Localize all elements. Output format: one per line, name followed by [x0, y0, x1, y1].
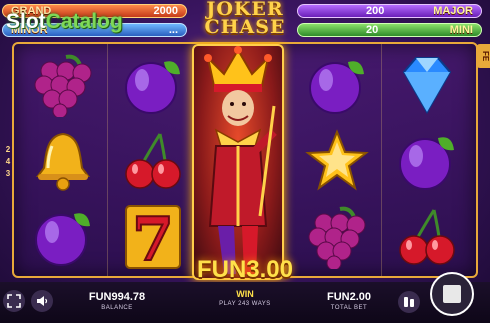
- total-bet-value: FUN2.00: [326, 291, 372, 303]
- jackpot-minor-value: ...: [168, 24, 178, 36]
- total-bet-label: TOTAL BET: [330, 305, 368, 311]
- ways-indicator-left: 2 4 3: [3, 144, 13, 180]
- grapes-symbol: [26, 50, 100, 120]
- game-stage: GRAND 2000 MINOR ... 200 MAJOR 20 MINI S…: [0, 0, 490, 323]
- plum-symbol: [300, 50, 374, 120]
- jackpot-major: 200 MAJOR: [297, 4, 482, 18]
- jackpot-major-value: 200: [366, 5, 385, 17]
- plum-symbol: [390, 126, 464, 196]
- reel-4: [294, 44, 382, 276]
- game-logo: JOKER CHASE: [192, 0, 298, 44]
- bottom-bar: FUN994.78 BALANCE WIN PLAY 243 WAYS FUN2…: [0, 282, 490, 323]
- feature-tab[interactable]: FE: [476, 44, 490, 68]
- brand-part-1: Slot: [6, 10, 46, 33]
- balance-value: FUN994.78: [88, 291, 146, 303]
- joker-wild-symbol: [192, 44, 284, 280]
- diamond-symbol: [390, 50, 464, 120]
- jackpot-major-label: MAJOR: [433, 5, 473, 17]
- slotcatalog-watermark: SlotCatalog: [6, 10, 123, 34]
- jackpot-grand-value: 2000: [153, 5, 178, 17]
- ways-label: PLAY 243 WAYS: [219, 301, 271, 307]
- jackpot-mini: 20 MINI: [297, 23, 482, 37]
- spin-stop-icon: [443, 285, 461, 303]
- game-logo-line-2: CHASE: [204, 16, 286, 38]
- balance-label: BALANCE: [101, 305, 133, 311]
- ways-digit: 3: [5, 169, 11, 178]
- jackpot-mini-label: MINI: [449, 24, 473, 36]
- win-display: WIN PLAY 243 WAYS: [195, 289, 295, 307]
- balance-display: FUN994.78 BALANCE: [82, 291, 152, 311]
- jackpot-mini-value: 20: [366, 24, 379, 36]
- bet-stack-icon[interactable]: [398, 291, 420, 313]
- star-symbol: [300, 126, 374, 196]
- spin-button[interactable]: [430, 272, 474, 316]
- reel-5: [384, 44, 472, 276]
- plum-symbol: [116, 50, 190, 120]
- brand-part-2: Catalog: [45, 10, 123, 33]
- total-bet-display: FUN2.00 TOTAL BET: [318, 291, 380, 311]
- sound-icon[interactable]: [31, 290, 53, 312]
- win-label: WIN: [236, 289, 254, 299]
- bell-symbol: [26, 126, 100, 196]
- ways-digit: 2: [5, 145, 11, 154]
- ways-digit: 4: [5, 157, 11, 166]
- cherries-symbol: [116, 126, 190, 196]
- win-amount: FUN3.00: [196, 256, 294, 283]
- fullscreen-icon[interactable]: [3, 290, 25, 312]
- reel-1: [20, 44, 108, 276]
- reel-2: 7: [110, 44, 198, 276]
